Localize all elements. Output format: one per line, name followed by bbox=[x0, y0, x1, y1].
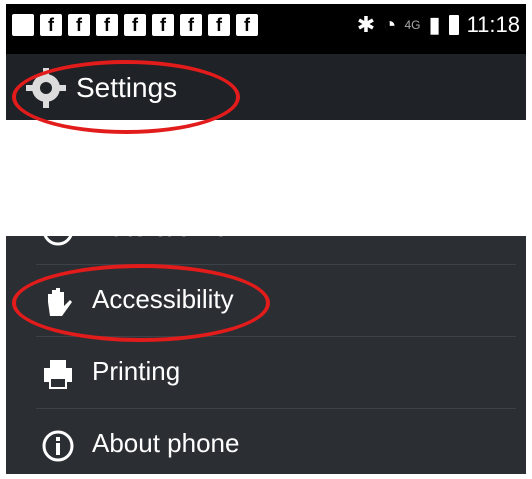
divider bbox=[36, 408, 516, 409]
facebook-icon: f bbox=[96, 14, 118, 36]
info-icon bbox=[42, 430, 74, 462]
settings-item-about-phone[interactable]: About phone bbox=[6, 410, 526, 474]
settings-item-label: About phone bbox=[92, 428, 240, 458]
message-icon bbox=[12, 14, 34, 36]
battery-icon bbox=[448, 15, 459, 35]
facebook-icon: f bbox=[208, 14, 230, 36]
wifi-icon: ◔ bbox=[383, 12, 397, 37]
settings-screen: f f f f f f f f ✱ ◔ 4G ▮ 11:18 Settings … bbox=[6, 4, 526, 474]
facebook-icon: f bbox=[40, 14, 62, 36]
facebook-icon: f bbox=[236, 14, 258, 36]
facebook-icon: f bbox=[124, 14, 146, 36]
notification-icons: f f f f f f f f bbox=[12, 14, 258, 36]
network-label: 4G bbox=[404, 18, 421, 32]
settings-item-printing[interactable]: Printing bbox=[6, 338, 526, 408]
settings-item-label: Date & time bbox=[92, 212, 228, 242]
settings-item-label: Printing bbox=[92, 356, 181, 386]
bluetooth-icon: ✱ bbox=[356, 12, 376, 37]
status-bar: f f f f f f f f ✱ ◔ 4G ▮ 11:18 bbox=[6, 4, 526, 54]
signal-icon: ▮ bbox=[428, 12, 441, 37]
highlight-settings bbox=[12, 60, 240, 134]
printer-icon bbox=[44, 360, 72, 389]
highlight-accessibility bbox=[12, 264, 270, 342]
clock-icon bbox=[42, 214, 74, 246]
clock-time: 11:18 bbox=[466, 12, 520, 37]
facebook-icon: f bbox=[68, 14, 90, 36]
system-icons: ✱ ◔ 4G ▮ 11:18 bbox=[357, 12, 520, 38]
settings-item-date-time[interactable]: Date & time bbox=[6, 194, 526, 264]
facebook-icon: f bbox=[152, 14, 174, 36]
facebook-icon: f bbox=[180, 14, 202, 36]
